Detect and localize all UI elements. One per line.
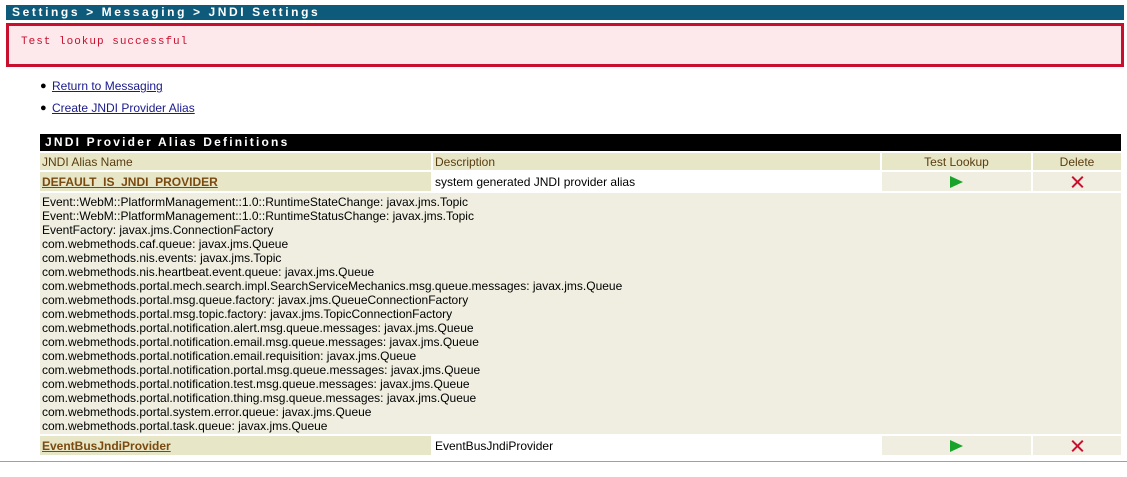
lookup-result-line: com.webmethods.portal.system.error.queue… [42, 405, 372, 419]
lookup-result-line: com.webmethods.portal.mech.search.impl.S… [42, 279, 623, 293]
table-title: JNDI Provider Alias Definitions [40, 134, 1121, 151]
create-jndi-alias-link[interactable]: Create JNDI Provider Alias [52, 101, 195, 115]
status-message-box: Test lookup successful [6, 23, 1124, 67]
jndi-alias-table-section: JNDI Provider Alias Definitions JNDI Ali… [40, 134, 1121, 457]
link-item-return: ● Return to Messaging [40, 78, 195, 100]
column-header-description: Description [433, 153, 882, 170]
lookup-result-line: com.webmethods.portal.notification.thing… [42, 391, 477, 405]
table-header-row: JNDI Alias Name Description Test Lookup … [40, 153, 1121, 170]
jndi-alias-table: JNDI Alias Name Description Test Lookup … [40, 151, 1121, 457]
lookup-result-line: com.webmethods.portal.notification.test.… [42, 377, 470, 391]
return-to-messaging-link[interactable]: Return to Messaging [52, 79, 163, 93]
lookup-result-line: com.webmethods.portal.task.queue: javax.… [42, 419, 328, 433]
lookup-results-cell: Event::WebM::PlatformManagement::1.0::Ru… [40, 193, 1121, 434]
bullet-icon: ● [40, 80, 47, 92]
lookup-result-line: com.webmethods.portal.msg.queue.factory:… [42, 293, 469, 307]
alias-link-default-is-jndi-provider[interactable]: DEFAULT_IS_JNDI_PROVIDER [42, 175, 218, 189]
lookup-result-line: com.webmethods.portal.notification.porta… [42, 363, 481, 377]
table-row: EventBusJndiProvider EventBusJndiProvide… [40, 436, 1121, 455]
lookup-results-list: Event::WebM::PlatformManagement::1.0::Ru… [42, 195, 1119, 433]
alias-cell: DEFAULT_IS_JNDI_PROVIDER [40, 172, 433, 191]
lookup-result-line: com.webmethods.caf.queue: javax.jms.Queu… [42, 237, 289, 251]
alias-cell: EventBusJndiProvider [40, 436, 433, 455]
column-header-test-lookup: Test Lookup [882, 153, 1033, 170]
lookup-result-line: com.webmethods.portal.notification.email… [42, 349, 417, 363]
delete-cell [1033, 172, 1121, 191]
lookup-result-line: com.webmethods.portal.msg.topic.factory:… [42, 307, 453, 321]
lookup-result-line: com.webmethods.portal.notification.email… [42, 335, 479, 349]
table-row: DEFAULT_IS_JNDI_PROVIDER system generate… [40, 172, 1121, 191]
lookup-result-line: Event::WebM::PlatformManagement::1.0::Ru… [42, 209, 474, 223]
column-header-delete: Delete [1033, 153, 1121, 170]
lookup-result-line: Event::WebM::PlatformManagement::1.0::Ru… [42, 195, 468, 209]
status-message-text: Test lookup successful [21, 36, 189, 48]
delete-x-icon[interactable] [1070, 175, 1084, 189]
lookup-result-line: EventFactory: javax.jms.ConnectionFactor… [42, 223, 274, 237]
link-item-create: ● Create JNDI Provider Alias [40, 100, 195, 122]
description-cell: system generated JNDI provider alias [433, 172, 882, 191]
play-icon[interactable] [950, 440, 963, 453]
action-links: ● Return to Messaging ● Create JNDI Prov… [40, 78, 195, 122]
lookup-results-row: Event::WebM::PlatformManagement::1.0::Ru… [40, 193, 1121, 434]
delete-cell [1033, 436, 1121, 455]
delete-x-icon[interactable] [1070, 439, 1084, 453]
test-lookup-cell [882, 172, 1033, 191]
bullet-icon: ● [40, 102, 47, 114]
alias-link-eventbus-jndi-provider[interactable]: EventBusJndiProvider [42, 439, 171, 453]
column-header-alias: JNDI Alias Name [40, 153, 433, 170]
lookup-result-line: com.webmethods.portal.notification.alert… [42, 321, 474, 335]
lookup-result-line: com.webmethods.nis.heartbeat.event.queue… [42, 265, 375, 279]
test-lookup-cell [882, 436, 1033, 455]
play-icon[interactable] [950, 176, 963, 189]
lookup-result-line: com.webmethods.nis.events: javax.jms.Top… [42, 251, 282, 265]
breadcrumb: Settings > Messaging > JNDI Settings [6, 5, 1124, 20]
bottom-divider [0, 461, 1127, 462]
description-cell: EventBusJndiProvider [433, 436, 882, 455]
